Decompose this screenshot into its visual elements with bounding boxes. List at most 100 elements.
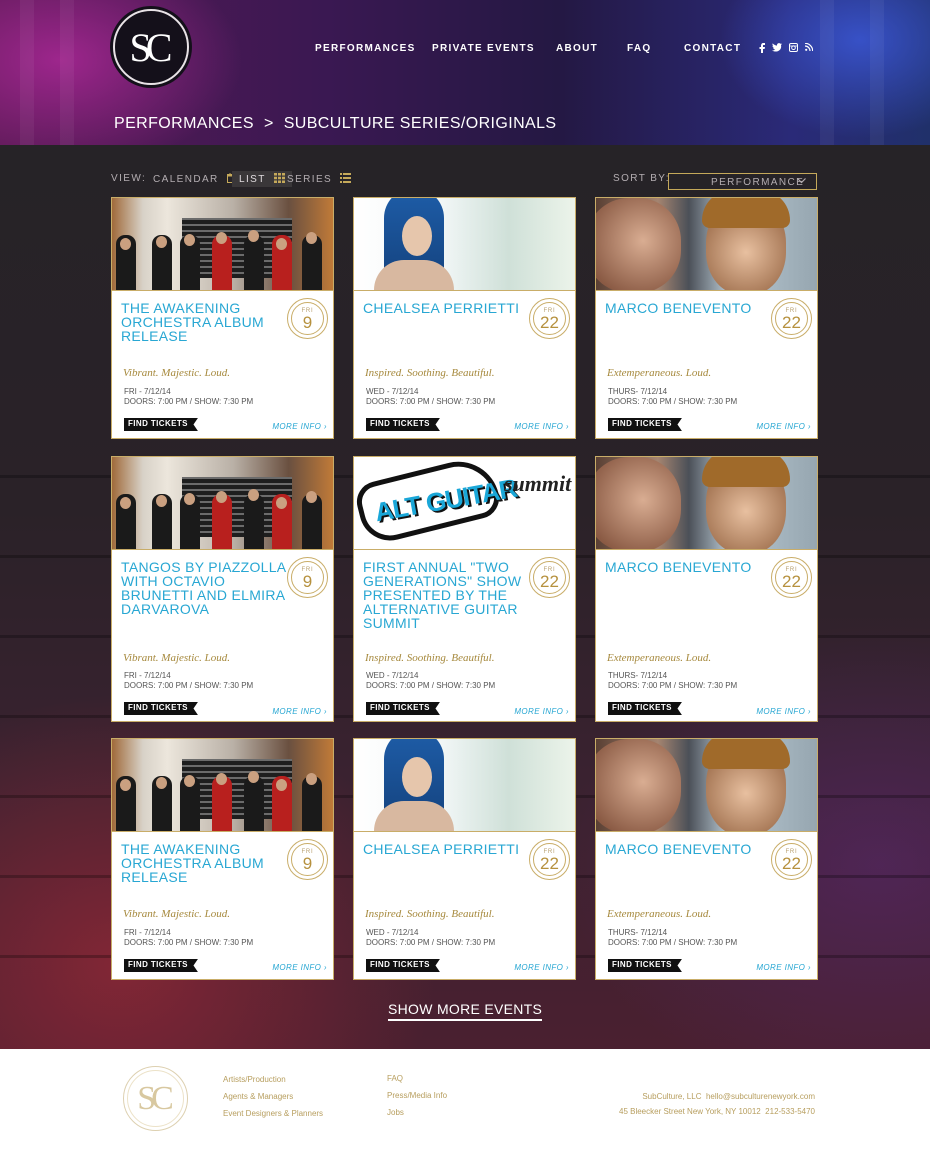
sort-select[interactable]: PERFORMANCE <box>668 173 817 190</box>
more-info-label: MORE INFO <box>514 963 564 972</box>
find-tickets-button[interactable]: FIND TICKETS <box>366 418 440 431</box>
view-calendar-button[interactable]: CALENDAR <box>153 173 238 185</box>
more-info-label: MORE INFO <box>272 422 322 431</box>
event-doors-line: DOORS: 7:00 PM / SHOW: 7:30 PM <box>366 397 496 406</box>
find-tickets-button[interactable]: FIND TICKETS <box>608 959 682 972</box>
more-info-label: MORE INFO <box>514 707 564 716</box>
chevron-right-icon: › <box>323 707 327 716</box>
find-tickets-button[interactable]: FIND TICKETS <box>366 959 440 972</box>
view-series-button[interactable]: SERIES <box>287 173 352 185</box>
event-tagline: Extemperaneous. Loud. <box>607 652 712 664</box>
rss-icon[interactable] <box>805 43 813 51</box>
date-weekday: FRI <box>785 849 798 855</box>
event-card[interactable]: THE AWAKENING ORCHESTRA ALBUM RELEASE FR… <box>111 197 334 439</box>
event-card[interactable]: CHEALSEA PERRIETTI FRI 22 Inspired. Soot… <box>353 738 576 980</box>
event-doors-line: DOORS: 7:00 PM / SHOW: 7:30 PM <box>608 938 738 947</box>
event-doors-line: DOORS: 7:00 PM / SHOW: 7:30 PM <box>608 397 738 406</box>
event-title[interactable]: CHEALSEA PERRIETTI <box>363 301 528 315</box>
date-weekday: FRI <box>543 567 556 573</box>
find-tickets-button[interactable]: FIND TICKETS <box>124 702 198 715</box>
event-tagline: Extemperaneous. Loud. <box>607 367 712 379</box>
event-date-line: WED - 7/12/14 <box>366 671 419 680</box>
footer-link-event-designers[interactable]: Event Designers & Planners <box>223 1109 323 1118</box>
find-tickets-button[interactable]: FIND TICKETS <box>124 959 198 972</box>
event-photo <box>112 457 333 550</box>
nav-performances[interactable]: PERFORMANCES <box>315 43 416 54</box>
footer-address: 45 Bleecker Street New York, NY 10012 <box>619 1107 761 1116</box>
date-day: 9 <box>302 854 313 873</box>
more-info-link[interactable]: MORE INFO › <box>756 707 811 716</box>
twitter-icon[interactable] <box>772 43 782 52</box>
event-tagline: Inspired. Soothing. Beautiful. <box>365 367 495 379</box>
breadcrumb-parent[interactable]: PERFORMANCES <box>114 115 254 132</box>
more-info-link[interactable]: MORE INFO › <box>514 707 569 716</box>
footer-address-line: 45 Bleecker Street New York, NY 10012 21… <box>619 1107 815 1116</box>
find-tickets-button[interactable]: FIND TICKETS <box>608 418 682 431</box>
footer-link-artists[interactable]: Artists/Production <box>223 1075 286 1084</box>
more-info-link[interactable]: MORE INFO › <box>756 422 811 431</box>
event-date-line: FRI - 7/12/14 <box>124 928 171 937</box>
footer-company: SubCulture, LLC <box>642 1092 702 1101</box>
curtain-decoration <box>870 0 884 145</box>
nav-private-events[interactable]: PRIVATE EVENTS <box>432 43 535 54</box>
event-card[interactable]: THE AWAKENING ORCHESTRA ALBUM RELEASE FR… <box>111 738 334 980</box>
footer-link-faq[interactable]: FAQ <box>387 1074 403 1083</box>
more-info-label: MORE INFO <box>272 707 322 716</box>
footer-link-jobs[interactable]: Jobs <box>387 1108 404 1117</box>
more-info-link[interactable]: MORE INFO › <box>514 422 569 431</box>
event-doors-line: DOORS: 7:00 PM / SHOW: 7:30 PM <box>608 681 738 690</box>
nav-faq[interactable]: FAQ <box>627 43 651 54</box>
event-card[interactable]: MARCO BENEVENTO FRI 22 Extemperaneous. L… <box>595 738 818 980</box>
show-more-events-button[interactable]: SHOW MORE EVENTS <box>388 1001 543 1021</box>
nav-about[interactable]: ABOUT <box>556 43 598 54</box>
event-title[interactable]: MARCO BENEVENTO <box>605 301 770 315</box>
instagram-icon[interactable] <box>789 43 798 52</box>
date-day: 9 <box>302 313 313 332</box>
chevron-right-icon: › <box>807 422 811 431</box>
chevron-right-icon: › <box>565 963 569 972</box>
chevron-right-icon: › <box>807 707 811 716</box>
event-card[interactable]: TANGOS BY PIAZZOLLA WITH OCTAVIO BRUNETT… <box>111 456 334 722</box>
event-title[interactable]: CHEALSEA PERRIETTI <box>363 842 528 856</box>
more-info-label: MORE INFO <box>756 963 806 972</box>
event-title[interactable]: TANGOS BY PIAZZOLLA WITH OCTAVIO BRUNETT… <box>121 560 286 616</box>
chevron-right-icon: › <box>807 963 811 972</box>
event-card[interactable]: ALT GUITAR summit FIRST ANNUAL "TWO GENE… <box>353 456 576 722</box>
event-doors-line: DOORS: 7:00 PM / SHOW: 7:30 PM <box>366 681 496 690</box>
find-tickets-button[interactable]: FIND TICKETS <box>608 702 682 715</box>
event-title[interactable]: THE AWAKENING ORCHESTRA ALBUM RELEASE <box>121 301 286 343</box>
curtain-decoration <box>820 0 834 145</box>
view-toolbar: VIEW: CALENDAR LIST SERIES SORT BY: PERF… <box>111 171 819 190</box>
event-tagline: Inspired. Soothing. Beautiful. <box>365 908 495 920</box>
event-title[interactable]: MARCO BENEVENTO <box>605 560 770 574</box>
chevron-right-icon: › <box>565 422 569 431</box>
event-card[interactable]: MARCO BENEVENTO FRI 22 Extemperaneous. L… <box>595 456 818 722</box>
find-tickets-button[interactable]: FIND TICKETS <box>124 418 198 431</box>
more-info-link[interactable]: MORE INFO › <box>272 963 327 972</box>
more-info-link[interactable]: MORE INFO › <box>756 963 811 972</box>
footer-logo[interactable]: SC <box>123 1066 188 1131</box>
find-tickets-button[interactable]: FIND TICKETS <box>366 702 440 715</box>
date-day: 22 <box>540 313 559 332</box>
more-info-link[interactable]: MORE INFO › <box>514 963 569 972</box>
date-weekday: FRI <box>301 308 314 314</box>
footer-link-press[interactable]: Press/Media Info <box>387 1091 447 1100</box>
more-info-link[interactable]: MORE INFO › <box>272 422 327 431</box>
footer-email[interactable]: hello@subculturenewyork.com <box>706 1092 815 1101</box>
event-title[interactable]: MARCO BENEVENTO <box>605 842 770 856</box>
event-title[interactable]: THE AWAKENING ORCHESTRA ALBUM RELEASE <box>121 842 286 884</box>
view-list-button[interactable]: LIST <box>232 171 292 187</box>
date-weekday: FRI <box>785 567 798 573</box>
facebook-icon[interactable] <box>759 43 765 53</box>
event-doors-line: DOORS: 7:00 PM / SHOW: 7:30 PM <box>124 397 254 406</box>
date-day: 22 <box>782 313 801 332</box>
event-card[interactable]: MARCO BENEVENTO FRI 22 Extemperaneous. L… <box>595 197 818 439</box>
event-card[interactable]: CHEALSEA PERRIETTI FRI 22 Inspired. Soot… <box>353 197 576 439</box>
footer-link-agents[interactable]: Agents & Managers <box>223 1092 293 1101</box>
more-info-link[interactable]: MORE INFO › <box>272 707 327 716</box>
event-date-line: WED - 7/12/14 <box>366 387 419 396</box>
nav-contact[interactable]: CONTACT <box>684 43 741 54</box>
site-logo[interactable]: SC <box>113 9 189 85</box>
event-date-line: WED - 7/12/14 <box>366 928 419 937</box>
event-title[interactable]: FIRST ANNUAL "TWO GENERATIONS" SHOW PRES… <box>363 560 523 630</box>
